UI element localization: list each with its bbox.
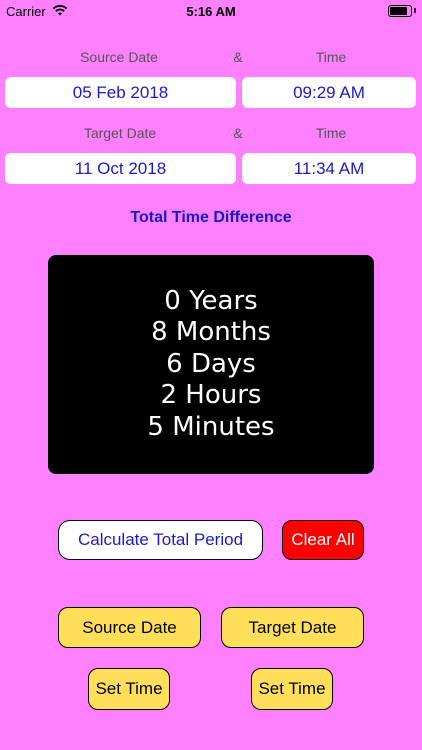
result-years: 0 Years (164, 285, 258, 316)
battery-level-fill (390, 7, 407, 15)
target-time-field[interactable]: 11:34 AM (242, 153, 416, 184)
result-panel: 0 Years 8 Months 6 Days 2 Hours 5 Minute… (48, 255, 374, 474)
set-source-time-button[interactable]: Set Time (88, 668, 170, 710)
source-date-button[interactable]: Source Date (58, 607, 201, 648)
target-date-field[interactable]: 11 Oct 2018 (5, 153, 236, 184)
result-months: 8 Months (151, 317, 271, 348)
total-time-difference-title: Total Time Difference (130, 209, 292, 226)
source-date-field[interactable]: 05 Feb 2018 (5, 77, 236, 108)
result-hours: 2 Hours (160, 380, 262, 411)
target-ampersand: & (233, 125, 243, 141)
set-target-time-button[interactable]: Set Time (251, 668, 333, 710)
status-clock: 5:16 AM (186, 4, 236, 19)
clear-all-button[interactable]: Clear All (282, 520, 364, 560)
result-days: 6 Days (166, 348, 256, 379)
battery-cap (414, 8, 416, 13)
target-date-button[interactable]: Target Date (221, 607, 364, 648)
source-time-label: Time (315, 49, 347, 65)
status-bar: Carrier 5:16 AM (0, 0, 422, 22)
source-time-field[interactable]: 09:29 AM (242, 77, 416, 108)
target-date-label: Target Date (83, 125, 157, 141)
source-ampersand: & (233, 49, 243, 65)
source-date-label: Source Date (80, 49, 158, 65)
target-time-label: Time (315, 125, 347, 141)
calculate-total-period-button[interactable]: Calculate Total Period (58, 520, 263, 560)
result-minutes: 5 Minutes (147, 411, 275, 442)
battery-icon (388, 5, 412, 17)
